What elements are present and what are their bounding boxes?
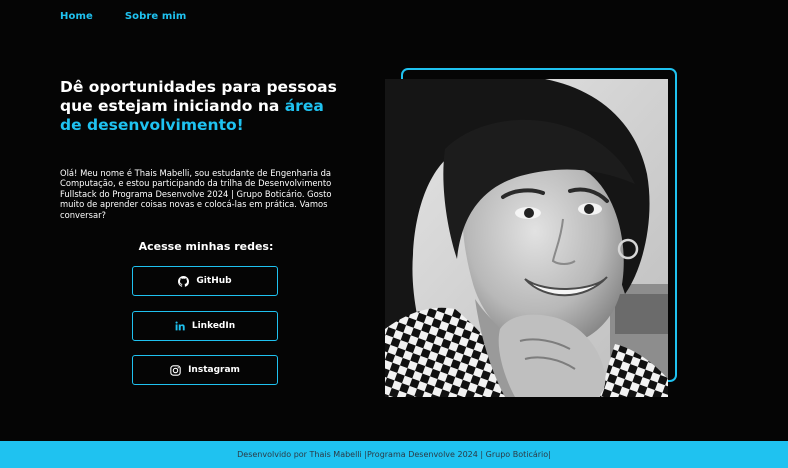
top-nav: Home Sobre mim [60,11,186,22]
social-title: Acesse minhas redes: [138,240,274,253]
instagram-button[interactable]: Instagram [132,355,278,385]
github-label: GitHub [196,276,232,286]
intro-paragraph: Olá! Meu nome é Thais Mabelli, sou estud… [60,168,332,220]
linkedin-label: LinkedIn [191,321,236,331]
nav-about-link[interactable]: Sobre mim [125,11,187,22]
page: Home Sobre mim Dê oportunidades para pes… [0,0,788,468]
instagram-icon [170,364,181,376]
github-button[interactable]: GitHub [132,266,278,296]
github-icon [178,275,190,287]
footer: Desenvolvido por Thais Mabelli |Programa… [0,441,788,468]
hero-headline: Dê oportunidades para pessoas que esteja… [60,78,350,135]
instagram-label: Instagram [188,365,240,375]
profile-photo [385,79,668,397]
linkedin-icon [175,321,185,331]
footer-text: Desenvolvido por Thais Mabelli |Programa… [237,450,551,459]
linkedin-button[interactable]: LinkedIn [132,311,278,341]
profile-photo-illustration [385,79,668,397]
nav-home-link[interactable]: Home [60,11,93,22]
